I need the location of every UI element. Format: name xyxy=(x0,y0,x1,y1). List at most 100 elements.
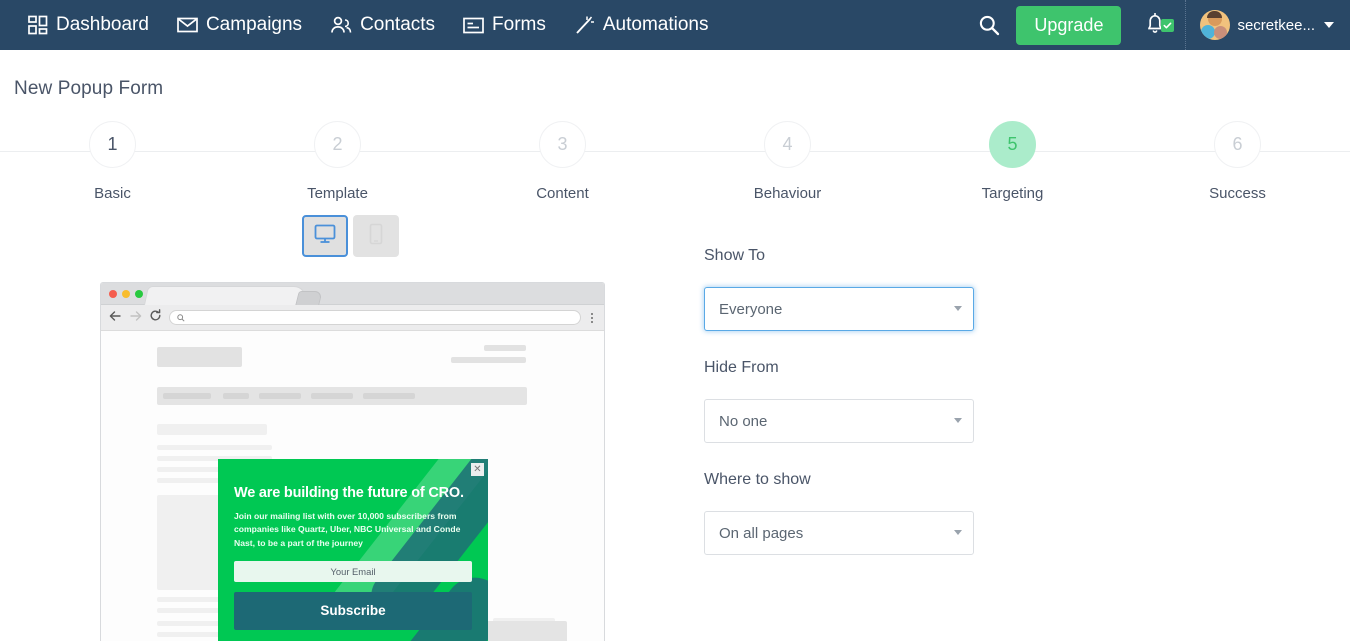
hide-from-select-wrap: No one xyxy=(704,399,974,443)
device-toggle xyxy=(0,215,700,257)
chevron-down-icon xyxy=(954,418,962,423)
step-template[interactable]: 2 Template xyxy=(225,121,450,202)
step-number: 4 xyxy=(764,121,811,168)
skeleton-navitem xyxy=(163,393,211,399)
step-behaviour[interactable]: 4 Behaviour xyxy=(675,121,900,202)
browser-url-bar[interactable] xyxy=(169,310,581,325)
show-to-select[interactable]: Everyone xyxy=(704,287,974,331)
check-icon xyxy=(1163,22,1172,28)
reload-icon xyxy=(149,308,162,327)
monitor-icon xyxy=(313,223,337,250)
browser-preview-mock: ✕ We are building the future of CRO. Joi… xyxy=(100,282,605,641)
popup-email-input[interactable]: Your Email xyxy=(234,560,472,582)
people-icon xyxy=(330,16,352,34)
kebab-menu-icon[interactable] xyxy=(588,312,596,323)
step-label: Success xyxy=(1209,185,1266,202)
envelope-icon xyxy=(177,16,198,34)
nav-item-label: Contacts xyxy=(360,14,436,35)
skeleton-line xyxy=(157,445,272,450)
step-basic[interactable]: 1 Basic xyxy=(0,121,225,202)
step-label: Template xyxy=(307,185,368,202)
search-icon[interactable] xyxy=(962,14,1016,36)
skeleton-heading xyxy=(157,424,267,435)
device-mobile-button[interactable] xyxy=(352,215,399,257)
nav-item-dashboard[interactable]: Dashboard xyxy=(14,0,163,50)
step-number: 1 xyxy=(89,121,136,168)
wizard-body: ✕ We are building the future of CRO. Joi… xyxy=(0,215,1350,641)
field-label: Show To xyxy=(704,247,766,264)
top-navigation-bar: Dashboard Campaigns Contacts Forms Autom… xyxy=(0,0,1350,50)
step-number: 5 xyxy=(989,121,1036,168)
field-show-to: Show To Everyone xyxy=(704,247,1350,331)
close-icon[interactable]: ✕ xyxy=(471,463,484,476)
skeleton-logo xyxy=(157,347,242,367)
close-dot-icon xyxy=(109,290,117,298)
browser-titlebar xyxy=(101,283,604,305)
nav-right-section: Upgrade secretkee... xyxy=(962,0,1350,50)
notifications-button[interactable] xyxy=(1121,10,1185,41)
step-targeting[interactable]: 5 Targeting xyxy=(900,121,1125,202)
chevron-down-icon xyxy=(954,530,962,535)
page-title: New Popup Form xyxy=(14,78,164,99)
step-number: 2 xyxy=(314,121,361,168)
where-to-show-select[interactable]: On all pages xyxy=(704,511,974,555)
step-label: Basic xyxy=(94,185,131,202)
browser-toolbar xyxy=(101,305,604,331)
nav-item-label: Campaigns xyxy=(205,14,303,35)
nav-item-label: Dashboard xyxy=(56,14,149,35)
field-label: Where to show xyxy=(704,471,811,488)
step-label: Content xyxy=(536,185,589,202)
field-label: Hide From xyxy=(704,359,779,376)
step-success[interactable]: 6 Success xyxy=(1125,121,1350,202)
avatar xyxy=(1200,10,1231,40)
skeleton-navitem xyxy=(311,393,353,399)
form-icon xyxy=(463,17,484,34)
user-menu-label: secretkee... xyxy=(1237,16,1315,34)
device-desktop-button[interactable] xyxy=(301,215,348,257)
skeleton-line xyxy=(451,357,526,363)
upgrade-button[interactable]: Upgrade xyxy=(1016,5,1122,45)
notification-badge xyxy=(1161,18,1175,32)
skeleton-navitem xyxy=(223,393,249,399)
grid-icon xyxy=(28,15,48,35)
nav-item-label: Forms xyxy=(492,14,546,35)
browser-tab-secondary xyxy=(295,291,323,305)
mobile-icon xyxy=(368,223,384,250)
popup-body-text: Join our mailing list with over 10,000 s… xyxy=(234,511,461,548)
step-label: Targeting xyxy=(981,185,1044,202)
nav-item-forms[interactable]: Forms xyxy=(449,0,560,50)
wizard-stepper: 1 Basic 2 Template 3 Content 4 Behaviour… xyxy=(0,121,1350,219)
minimize-dot-icon xyxy=(122,290,130,298)
skeleton-navitem xyxy=(363,393,415,399)
nav-item-label: Automations xyxy=(602,14,709,35)
search-icon xyxy=(177,309,185,327)
step-content[interactable]: 3 Content xyxy=(450,121,675,202)
popup-form-preview: ✕ We are building the future of CRO. Joi… xyxy=(218,459,488,641)
wand-icon xyxy=(574,15,595,35)
chevron-down-icon xyxy=(954,306,962,311)
mock-website-page: ✕ We are building the future of CRO. Joi… xyxy=(101,331,604,641)
nav-item-contacts[interactable]: Contacts xyxy=(316,0,449,50)
nav-item-campaigns[interactable]: Campaigns xyxy=(163,0,316,50)
maximize-dot-icon xyxy=(135,290,143,298)
targeting-form: Show To Everyone Hide From No one Where … xyxy=(700,219,1350,641)
nav-item-automations[interactable]: Automations xyxy=(560,0,723,50)
popup-subscribe-button[interactable]: Subscribe xyxy=(234,591,472,630)
traffic-light-dots xyxy=(109,290,143,298)
where-to-show-select-wrap: On all pages xyxy=(704,511,974,555)
hide-from-select[interactable]: No one xyxy=(704,399,974,443)
popup-content: We are building the future of CRO. Join … xyxy=(218,459,488,641)
user-menu[interactable]: secretkee... xyxy=(1186,0,1350,50)
browser-tab xyxy=(143,286,309,305)
step-label: Behaviour xyxy=(753,185,822,202)
field-where-to-show: Where to show On all pages xyxy=(704,471,1350,555)
chevron-down-icon xyxy=(1324,22,1334,28)
nav-links: Dashboard Campaigns Contacts Forms Autom… xyxy=(14,0,723,50)
field-hide-from: Hide From No one xyxy=(704,359,1350,443)
popup-headline: We are building the future of CRO. xyxy=(234,485,464,501)
arrow-right-icon xyxy=(129,309,142,327)
step-number: 6 xyxy=(1214,121,1261,168)
skeleton-line xyxy=(484,345,526,351)
